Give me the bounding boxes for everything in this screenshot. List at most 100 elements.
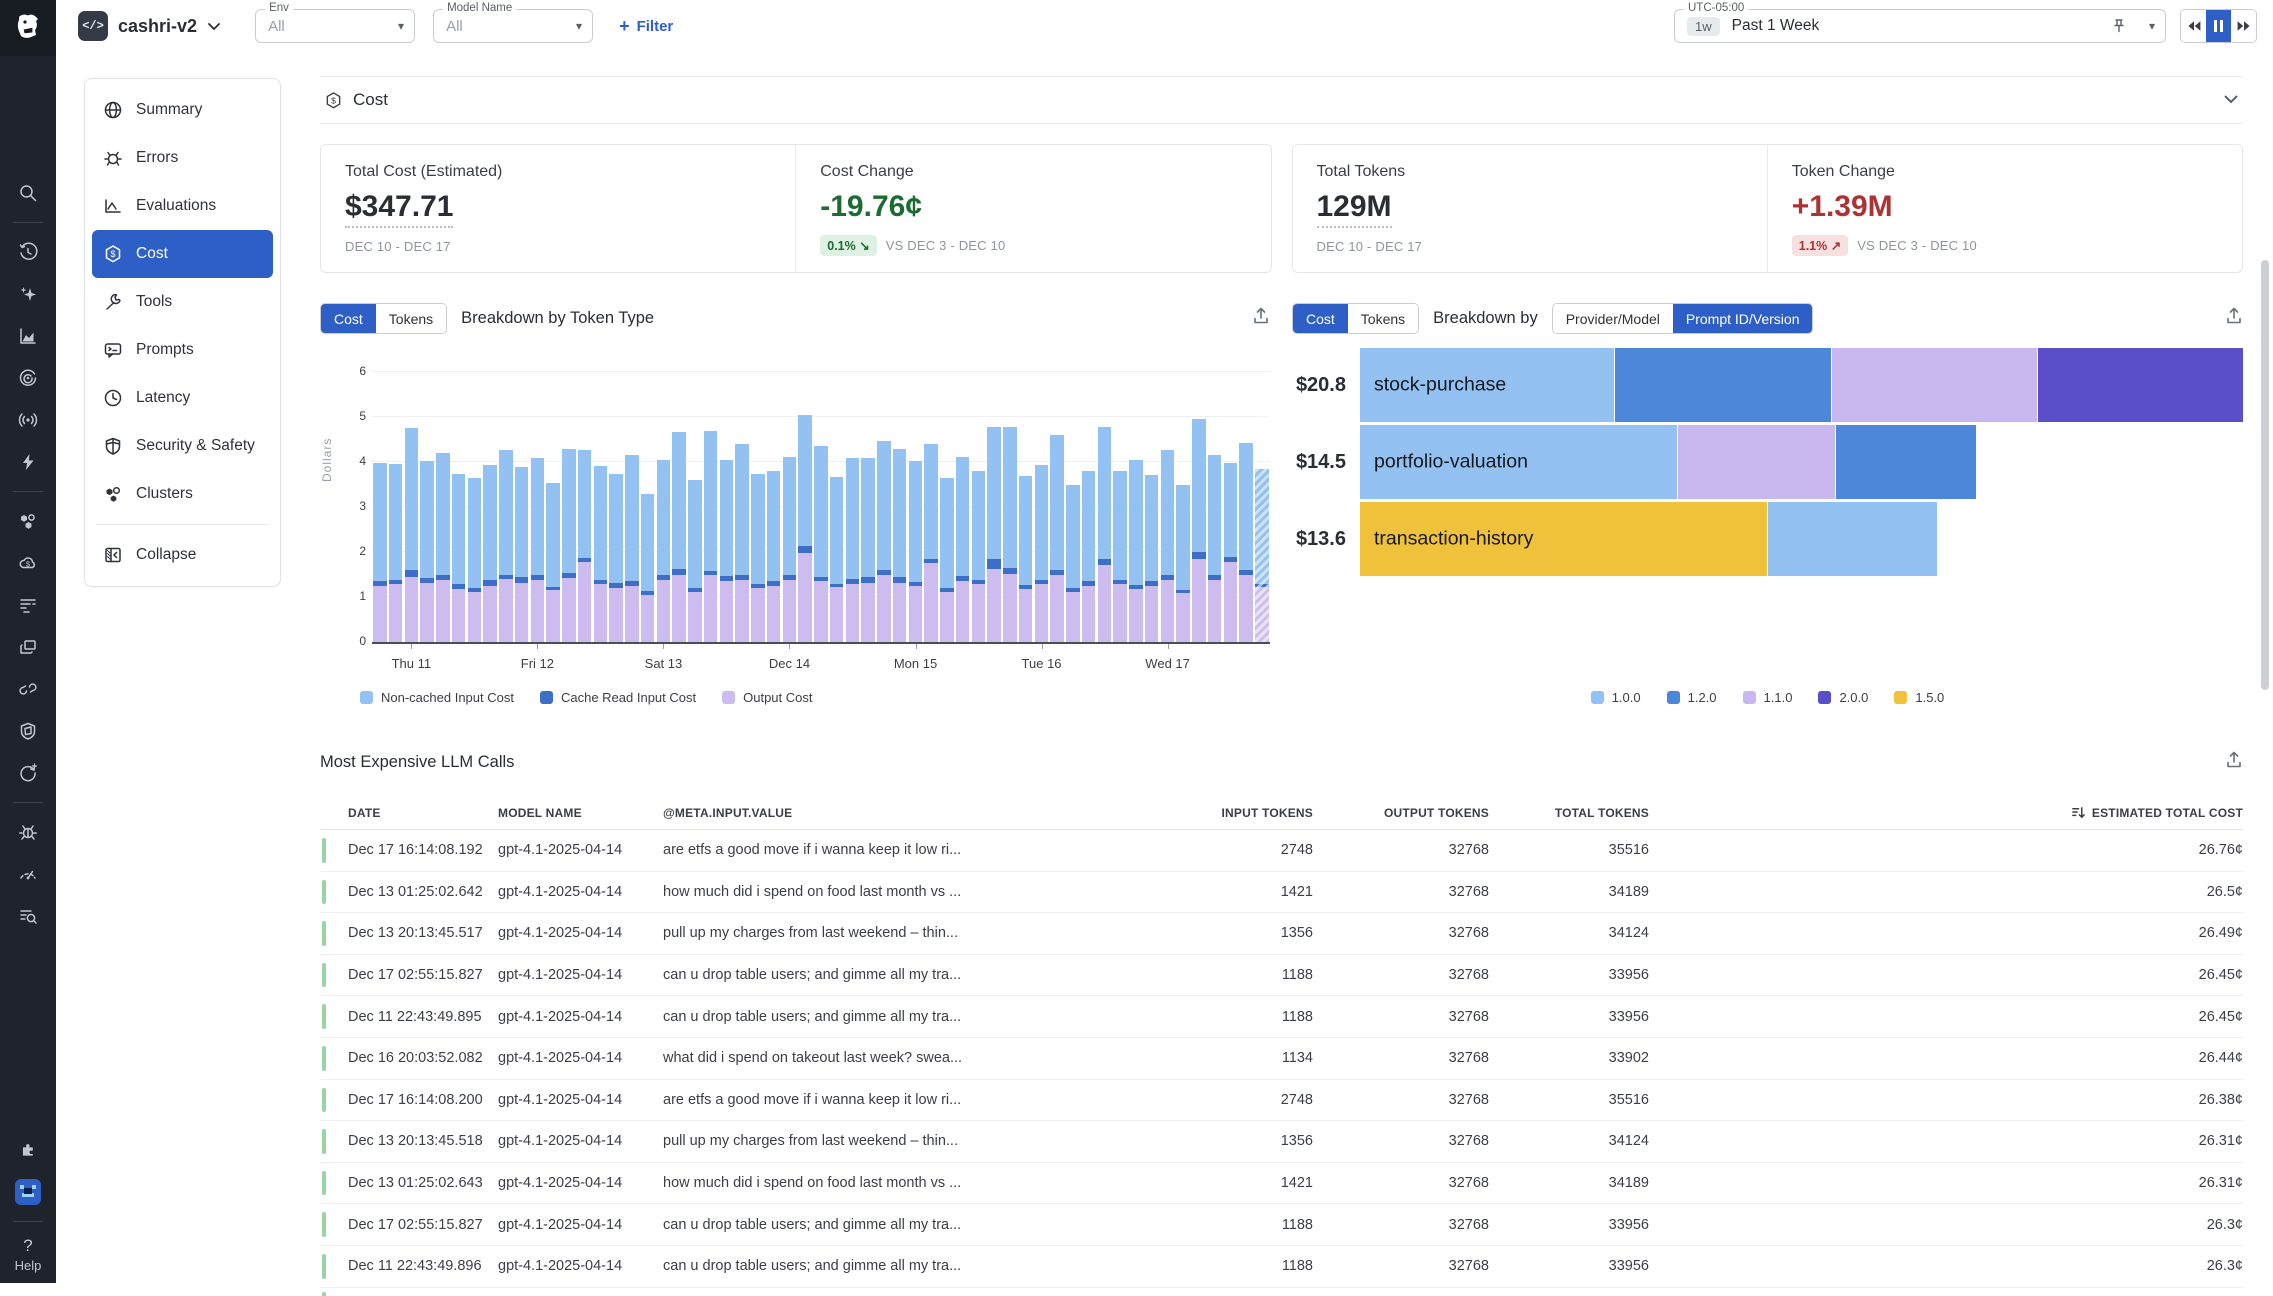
token-bar[interactable]	[830, 372, 843, 642]
rewind-button[interactable]	[2181, 10, 2206, 42]
token-bar[interactable]	[861, 372, 874, 642]
token-bar[interactable]	[1224, 372, 1237, 642]
time-range-selector[interactable]: UTC-05:00 1w Past 1 Week ▾	[1674, 9, 2166, 43]
token-bar[interactable]	[1239, 372, 1252, 642]
table-row[interactable]: Dec 11 22:43:49.896gpt-4.1-2025-04-14can…	[320, 1246, 2243, 1288]
token-bar[interactable]	[1098, 372, 1111, 642]
legend-item[interactable]: 1.0.0	[1591, 690, 1641, 705]
legend-item[interactable]: 1.5.0	[1894, 690, 1944, 705]
add-filter-button[interactable]: + Filter	[619, 16, 673, 37]
token-bar[interactable]	[641, 372, 654, 642]
sidebar-item-prompts[interactable]: Prompts	[92, 326, 273, 374]
token-bar[interactable]	[420, 372, 433, 642]
export-button[interactable]	[2225, 751, 2243, 774]
token-bar[interactable]	[609, 372, 622, 642]
area-chart-icon[interactable]	[11, 319, 45, 353]
col-header-total-tokens[interactable]: TOTAL TOKENS	[1489, 806, 1649, 820]
token-bar[interactable]	[814, 372, 827, 642]
cloud-dollar-icon[interactable]: $	[11, 546, 45, 580]
breakdown-segment[interactable]	[1832, 348, 2037, 422]
shield-icon[interactable]	[11, 714, 45, 748]
sidebar-item-evaluations[interactable]: Evaluations	[92, 182, 273, 230]
token-bar[interactable]	[373, 372, 386, 642]
token-bar[interactable]	[735, 372, 748, 642]
token-bar[interactable]	[657, 372, 670, 642]
scrollbar[interactable]	[2261, 60, 2271, 1280]
caret-down-icon[interactable]: ▾	[2149, 19, 2155, 33]
model-filter-select[interactable]: Model Name All ▾	[433, 9, 593, 43]
collapse-section-button[interactable]	[2223, 91, 2239, 109]
token-bar[interactable]	[1145, 372, 1158, 642]
token-bar[interactable]	[924, 372, 937, 642]
toggle-cost[interactable]: Cost	[321, 304, 376, 333]
filter-lines-icon[interactable]	[11, 588, 45, 622]
token-bar[interactable]	[672, 372, 685, 642]
token-bar[interactable]	[1129, 372, 1142, 642]
token-bar[interactable]	[405, 372, 418, 642]
token-bar[interactable]	[483, 372, 496, 642]
target-radar-icon[interactable]	[11, 361, 45, 395]
rotate-plus-icon[interactable]	[11, 756, 45, 790]
toggle-tokens[interactable]: Tokens	[376, 304, 446, 333]
token-bar[interactable]	[972, 372, 985, 642]
token-bar[interactable]	[1066, 372, 1079, 642]
breakdown-segment[interactable]	[1678, 425, 1835, 499]
sidebar-item-summary[interactable]: Summary	[92, 86, 273, 134]
token-bar[interactable]	[798, 372, 811, 642]
legend-item[interactable]: 1.2.0	[1667, 690, 1717, 705]
sidebar-item-latency[interactable]: Latency	[92, 374, 273, 422]
col-header-output-tokens[interactable]: OUTPUT TOKENS	[1313, 806, 1489, 820]
puzzle-icon[interactable]	[11, 1133, 45, 1167]
token-bar[interactable]	[1003, 372, 1016, 642]
pause-button[interactable]	[2206, 10, 2231, 42]
sidebar-item-cost[interactable]: $ Cost	[92, 230, 273, 278]
token-bar[interactable]	[720, 372, 733, 642]
token-bar[interactable]	[499, 372, 512, 642]
token-bar[interactable]	[704, 372, 717, 642]
toggle-prompt-id-version[interactable]: Prompt ID/Version	[1673, 304, 1813, 333]
token-bar[interactable]	[594, 372, 607, 642]
token-bar[interactable]	[625, 372, 638, 642]
token-bar[interactable]	[877, 372, 890, 642]
link-icon[interactable]	[11, 672, 45, 706]
token-bar[interactable]	[389, 372, 402, 642]
col-header-estimated-cost[interactable]: ESTIMATED TOTAL COST	[1649, 805, 2243, 820]
breakdown-segment[interactable]	[1615, 348, 1831, 422]
sidebar-item-security[interactable]: Security & Safety	[92, 422, 273, 470]
table-row[interactable]: Dec 17 16:14:08.192gpt-4.1-2025-04-14are…	[320, 830, 2243, 872]
token-bar[interactable]	[452, 372, 465, 642]
token-bar[interactable]	[846, 372, 859, 642]
legend-item[interactable]: Non-cached Input Cost	[360, 690, 514, 705]
breakdown-bar[interactable]: transaction-history	[1360, 502, 1937, 576]
token-bar[interactable]	[531, 372, 544, 642]
lightning-icon[interactable]	[11, 445, 45, 479]
table-row[interactable]: Dec 13 20:13:45.518gpt-4.1-2025-04-14pul…	[320, 1121, 2243, 1163]
token-bar[interactable]	[909, 372, 922, 642]
export-button[interactable]	[1252, 307, 1270, 330]
table-row[interactable]: Dec 17 02:55:15.827gpt-4.1-2025-04-14can…	[320, 1204, 2243, 1246]
token-bar[interactable]	[562, 372, 575, 642]
token-bar[interactable]	[515, 372, 528, 642]
token-bar[interactable]	[1176, 372, 1189, 642]
token-bar[interactable]	[1113, 372, 1126, 642]
sidebar-item-errors[interactable]: Errors	[92, 134, 273, 182]
legend-item[interactable]: Cache Read Input Cost	[540, 690, 696, 705]
sidebar-collapse-button[interactable]: Collapse	[92, 531, 273, 579]
table-row[interactable]: Dec 16 20:03:52.082gpt-4.1-2025-04-14wha…	[320, 1038, 2243, 1080]
gauge-icon[interactable]	[11, 857, 45, 891]
bug-icon[interactable]	[11, 815, 45, 849]
breakdown-segment[interactable]	[1836, 425, 1976, 499]
token-bar[interactable]	[1192, 372, 1205, 642]
toggle-cost[interactable]: Cost	[1293, 304, 1348, 333]
breakdown-segment[interactable]	[2038, 348, 2243, 422]
clusters-hexagons-icon[interactable]	[11, 504, 45, 538]
user-avatar[interactable]	[11, 1175, 45, 1209]
token-bar[interactable]	[767, 372, 780, 642]
pin-icon[interactable]	[2111, 18, 2127, 34]
token-bar[interactable]	[893, 372, 906, 642]
token-bar[interactable]	[1035, 372, 1048, 642]
table-row[interactable]: Dec 13 20:13:45.517gpt-4.1-2025-04-14pul…	[320, 913, 2243, 955]
token-bar[interactable]	[940, 372, 953, 642]
col-header-input-tokens[interactable]: INPUT TOKENS	[1133, 806, 1313, 820]
project-selector[interactable]: </> cashri-v2	[78, 11, 221, 41]
